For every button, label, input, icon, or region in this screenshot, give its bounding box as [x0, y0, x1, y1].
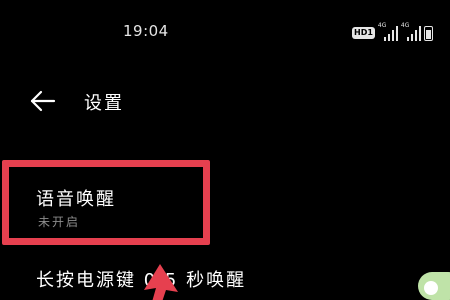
page-title: 设置 [84, 93, 124, 114]
status-time: 19:04 [123, 22, 169, 40]
signal-icon: 4G [377, 22, 398, 41]
status-icons: HD1 4G 4G [352, 22, 433, 42]
battery-icon [423, 25, 433, 41]
highlight-box [2, 160, 210, 245]
settings-screen: 19:04 HD1 4G 4G 设置 语音唤醒 未开启 长按电源键 0.5 秒唤… [0, 0, 450, 300]
signal-icon: 4G [400, 22, 421, 41]
back-button[interactable] [30, 90, 56, 112]
toggle-knob [424, 281, 438, 295]
back-arrow-icon [30, 90, 56, 112]
red-pointer-arrow-icon [144, 264, 178, 300]
network-type-label: 4G [377, 22, 387, 29]
hd-icon: HD1 [352, 27, 375, 39]
network-type-label: 4G [400, 22, 410, 29]
power-button-wake-toggle[interactable] [418, 272, 450, 300]
settings-item-power-button-wake[interactable]: 长按电源键 0.5 秒唤醒 [0, 262, 450, 300]
